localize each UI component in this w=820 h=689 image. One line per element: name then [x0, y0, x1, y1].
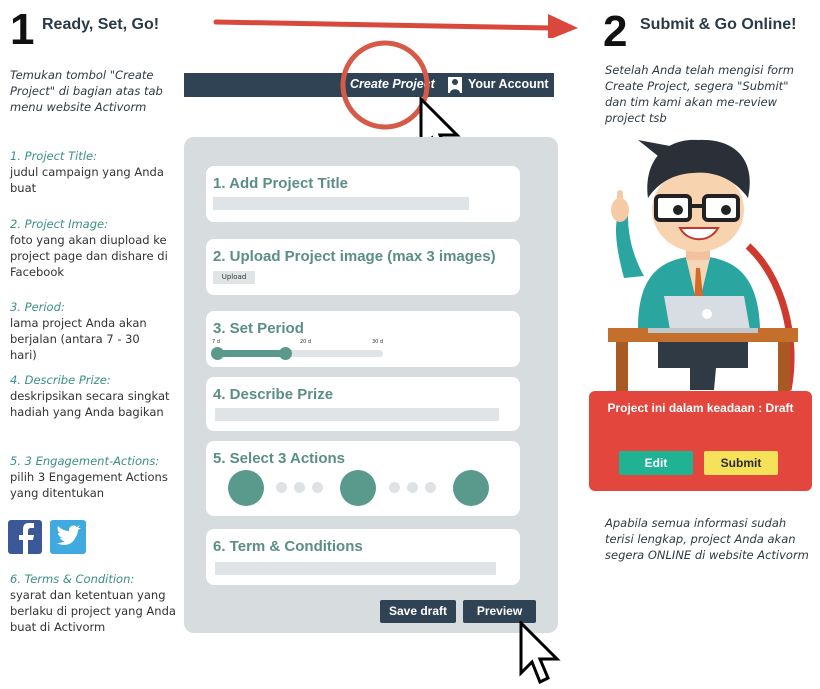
action-slot[interactable]: [453, 470, 489, 506]
card-title: 5. Select 3 Actions: [213, 450, 345, 467]
sidebar-item-desc: pilih 3 Engagement Actions yang ditentuk…: [10, 470, 168, 500]
sidebar-item-image: 2. Project Image: foto yang akan diuploa…: [10, 216, 170, 280]
save-draft-button[interactable]: Save draft: [380, 600, 456, 623]
card-title: 4. Describe Prize: [213, 386, 334, 403]
upload-button[interactable]: Upload: [213, 271, 255, 284]
sidebar-item-desc: syarat dan ketentuan yang berlaku di pro…: [10, 588, 176, 634]
sidebar-item-label: 5. 3 Engagement-Actions:: [10, 454, 160, 468]
period-slider-fill: [215, 350, 285, 357]
highlight-circle-icon: [340, 40, 430, 130]
terms-input[interactable]: [215, 562, 496, 575]
sidebar-item-actions: 5. 3 Engagement-Actions: pilih 3 Engagem…: [10, 453, 175, 501]
submit-note: Setelah Anda telah mengisi form Create P…: [605, 63, 794, 125]
intro-note: Temukan tombol "Create Project" di bagia…: [10, 68, 163, 114]
action-slot[interactable]: [340, 470, 376, 506]
status-text: Project ini dalam keadaan : Draft: [607, 401, 794, 415]
dot-icon: [312, 482, 323, 493]
terms-card: 6. Term & Conditions: [206, 529, 520, 585]
sidebar-item-desc: lama project Anda akan berjalan (antara …: [10, 316, 147, 362]
project-title-card: 1. Add Project Title: [206, 166, 520, 222]
pointer-cursor-icon: [519, 621, 561, 685]
twitter-icon[interactable]: [50, 520, 86, 554]
card-title: 1. Add Project Title: [213, 175, 349, 192]
card-title: 6. Term & Conditions: [213, 538, 363, 555]
sidebar-item-prize: 4. Describe Prize: deskripsikan secara s…: [10, 372, 170, 420]
sidebar-item-desc: foto yang akan diupload ke project page …: [10, 233, 168, 279]
action-slot[interactable]: [228, 470, 264, 506]
sidebar-item-terms: 6. Terms & Condition: syarat dan ketentu…: [10, 571, 180, 635]
user-icon: [448, 77, 462, 93]
card-title: 3. Set Period: [213, 320, 304, 337]
progress-arrow-icon: [213, 14, 578, 38]
step2-title: Submit & Go Online!: [640, 16, 797, 33]
card-title: 2. Upload Project image (max 3 images): [213, 248, 496, 265]
sidebar-item-label: 6. Terms & Condition:: [10, 572, 135, 586]
dot-icon: [389, 482, 400, 493]
sidebar-item-title: 1. Project Title: judul campaign yang An…: [10, 148, 170, 196]
sidebar-item-desc: judul campaign yang Anda buat: [10, 165, 164, 195]
facebook-icon[interactable]: [8, 520, 42, 554]
period-slider-track[interactable]: [211, 347, 383, 360]
sidebar-item-label: 3. Period:: [10, 300, 65, 314]
project-title-input[interactable]: [213, 197, 469, 210]
prize-input[interactable]: [215, 408, 499, 421]
your-account-link[interactable]: Your Account: [468, 77, 549, 91]
step1-number: 1: [10, 5, 35, 54]
period-slider-start-handle[interactable]: [211, 347, 224, 360]
online-note: Apabila semua informasi sudah terisi len…: [605, 516, 809, 562]
dot-icon: [276, 482, 287, 493]
period-slider-handle[interactable]: [279, 347, 292, 360]
submit-button[interactable]: Submit: [704, 451, 778, 475]
sidebar-item-label: 2. Project Image:: [10, 217, 108, 231]
step1-title: Ready, Set, Go!: [42, 16, 160, 33]
select-actions-card: 5. Select 3 Actions: [206, 441, 520, 516]
sidebar-item-desc: deskripsikan secara singkat hadiah yang …: [10, 389, 170, 419]
period-tick: 20 d: [300, 339, 312, 345]
dot-icon: [294, 482, 305, 493]
period-tick: 7 d: [212, 339, 220, 345]
edit-button[interactable]: Edit: [619, 451, 693, 475]
developer-illustration-icon: [608, 139, 798, 392]
period-tick: 30 d: [372, 339, 384, 345]
project-image-card: 2. Upload Project image (max 3 images) U…: [206, 239, 520, 295]
sidebar-item-period: 3. Period: lama project Anda akan berjal…: [10, 299, 170, 363]
project-status-panel: Project ini dalam keadaan : Draft Edit S…: [589, 391, 812, 491]
create-project-form: 1. Add Project Title 2. Upload Project i…: [184, 137, 558, 633]
dot-icon: [425, 482, 436, 493]
set-period-card: 3. Set Period 7 d 20 d 30 d: [206, 311, 520, 367]
step2-number: 2: [603, 7, 628, 56]
sidebar-item-label: 1. Project Title:: [10, 149, 97, 163]
preview-button[interactable]: Preview: [463, 600, 536, 623]
describe-prize-card: 4. Describe Prize: [206, 377, 520, 431]
sidebar-item-label: 4. Describe Prize:: [10, 373, 111, 387]
dot-icon: [407, 482, 418, 493]
